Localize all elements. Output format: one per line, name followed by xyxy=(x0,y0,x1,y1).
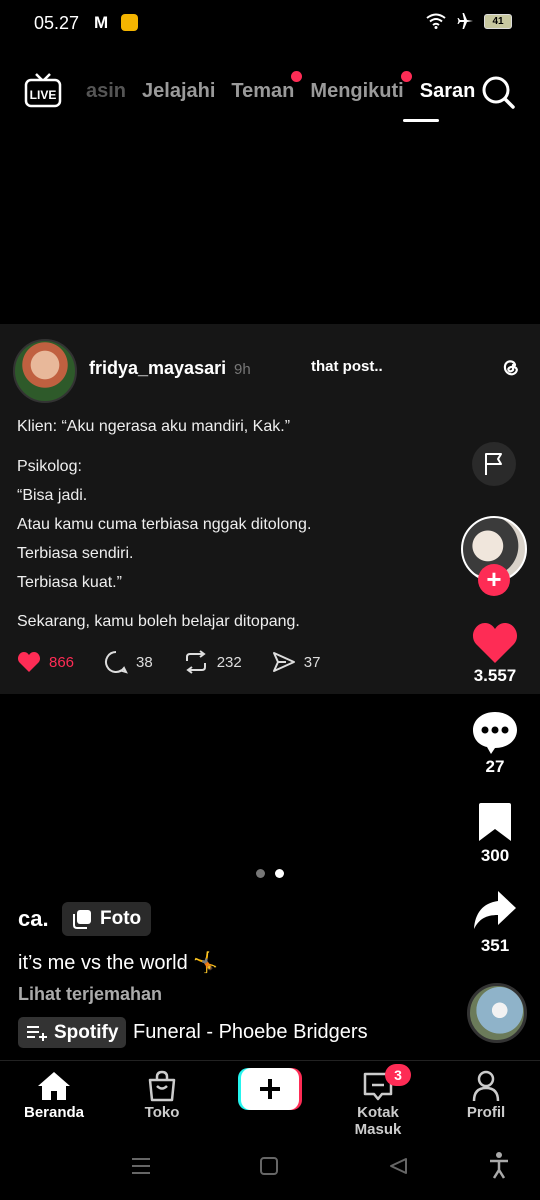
create-button[interactable] xyxy=(238,1068,302,1110)
post-reply-button[interactable]: 38 xyxy=(104,650,153,674)
author-username[interactable]: ca. xyxy=(18,906,49,932)
nav-home[interactable]: Beranda xyxy=(9,1068,99,1121)
like-count: 3.557 xyxy=(473,666,517,685)
nav-shop-label: Toko xyxy=(144,1104,180,1121)
status-time: 05.27 xyxy=(34,13,80,33)
nav-profile[interactable]: Profil xyxy=(441,1068,531,1121)
wifi-icon xyxy=(426,13,446,29)
home-icon xyxy=(38,1072,70,1100)
bookmark-button[interactable] xyxy=(477,801,513,843)
active-tab-indicator xyxy=(403,119,439,122)
tab-partial[interactable]: asin xyxy=(86,80,126,103)
post-stats: 866 38 232 37 xyxy=(17,650,350,674)
photo-stack-icon xyxy=(73,910,91,929)
save-count: 300 xyxy=(480,846,510,865)
post-line: Terbiasa sendiri. xyxy=(17,545,134,562)
system-nav-bar xyxy=(132,1152,508,1179)
airplane-icon xyxy=(457,13,473,29)
tab-mengikuti[interactable]: Mengikuti xyxy=(310,71,412,103)
translate-link[interactable]: Lihat terjemahan xyxy=(18,984,162,1005)
spotify-badge[interactable]: Spotify xyxy=(18,1017,127,1048)
notification-dot xyxy=(400,71,412,82)
music-disc[interactable] xyxy=(467,983,527,1043)
repost-icon xyxy=(185,650,206,674)
nav-shop[interactable]: Toko xyxy=(117,1068,207,1121)
comment-count: 27 xyxy=(485,757,505,776)
post-line: Atau kamu cuma terbiasa nggak ditolong. xyxy=(17,516,312,533)
like-button[interactable] xyxy=(471,621,519,665)
heart-icon xyxy=(17,652,41,672)
follow-button[interactable]: + xyxy=(478,564,510,596)
flag-icon xyxy=(485,453,502,475)
post-reply-count: 38 xyxy=(136,653,153,671)
live-label: LIVE xyxy=(30,88,57,102)
post-line: Sekarang, kamu boleh belajar ditopang. xyxy=(17,613,300,630)
post-like-count: 866 xyxy=(49,653,75,671)
post-time: 9h xyxy=(234,361,251,378)
carousel-dot xyxy=(256,869,265,878)
tab-saran[interactable]: Saran xyxy=(420,80,476,103)
add-to-playlist-icon xyxy=(27,1025,47,1041)
report-button[interactable] xyxy=(472,442,516,486)
overlay-text: that post.. xyxy=(311,358,383,375)
threads-icon xyxy=(503,360,518,376)
caption-text: it’s me vs the world 🤸 xyxy=(18,952,219,974)
live-icon[interactable]: LIVE xyxy=(24,72,62,108)
app-notification-icon xyxy=(121,14,138,31)
search-icon[interactable] xyxy=(480,74,516,110)
photo-badge-label: Foto xyxy=(100,908,142,929)
post-line: Psikolog: xyxy=(17,458,82,475)
post-username: fridya_mayasari xyxy=(89,358,227,378)
home-system-icon[interactable] xyxy=(260,1157,278,1175)
inbox-badge: 3 xyxy=(385,1064,411,1086)
carousel-dot-active xyxy=(275,869,284,878)
comment-icon xyxy=(105,651,128,674)
post-repost-count: 232 xyxy=(216,653,242,671)
tab-jelajahi[interactable]: Jelajahi xyxy=(142,80,215,103)
top-tabs: asin Jelajahi Teman Mengikuti Saran xyxy=(86,71,476,103)
comment-button[interactable] xyxy=(471,710,519,756)
post-line: Klien: “Aku ngerasa aku mandiri, Kak.” xyxy=(17,418,291,435)
photo-badge: Foto xyxy=(62,902,152,936)
tab-mengikuti-label: Mengikuti xyxy=(310,80,404,102)
song-title[interactable]: Funeral - Phoebe Bridgers xyxy=(133,1021,368,1044)
recent-apps-icon[interactable] xyxy=(132,1158,150,1174)
tab-teman[interactable]: Teman xyxy=(231,71,303,103)
accessibility-icon[interactable] xyxy=(490,1152,508,1179)
post-line: Terbiasa kuat.” xyxy=(17,574,122,591)
mail-notification-icon: M xyxy=(94,13,109,32)
post-share-count: 37 xyxy=(303,653,321,671)
post-like-button[interactable]: 866 xyxy=(17,651,74,673)
status-icons: 41 xyxy=(426,12,512,30)
notification-dot xyxy=(291,71,303,82)
post-share-button[interactable]: 37 xyxy=(272,651,321,673)
send-icon xyxy=(272,652,295,672)
avatar[interactable] xyxy=(13,339,77,403)
share-button[interactable] xyxy=(472,889,518,931)
tab-teman-label: Teman xyxy=(231,80,295,102)
shopping-bag-icon xyxy=(148,1070,176,1102)
profile-icon xyxy=(472,1070,500,1102)
nav-inbox-label: Kotak Masuk xyxy=(354,1104,402,1138)
battery-icon: 41 xyxy=(484,13,512,29)
nav-home-label: Beranda xyxy=(23,1104,85,1121)
share-count: 351 xyxy=(480,936,510,955)
post-line: “Bisa jadi. xyxy=(17,487,88,504)
post-repost-button[interactable]: 232 xyxy=(183,650,242,674)
spotify-label: Spotify xyxy=(54,1021,119,1043)
back-icon[interactable] xyxy=(390,1158,407,1174)
nav-profile-label: Profil xyxy=(466,1104,506,1121)
